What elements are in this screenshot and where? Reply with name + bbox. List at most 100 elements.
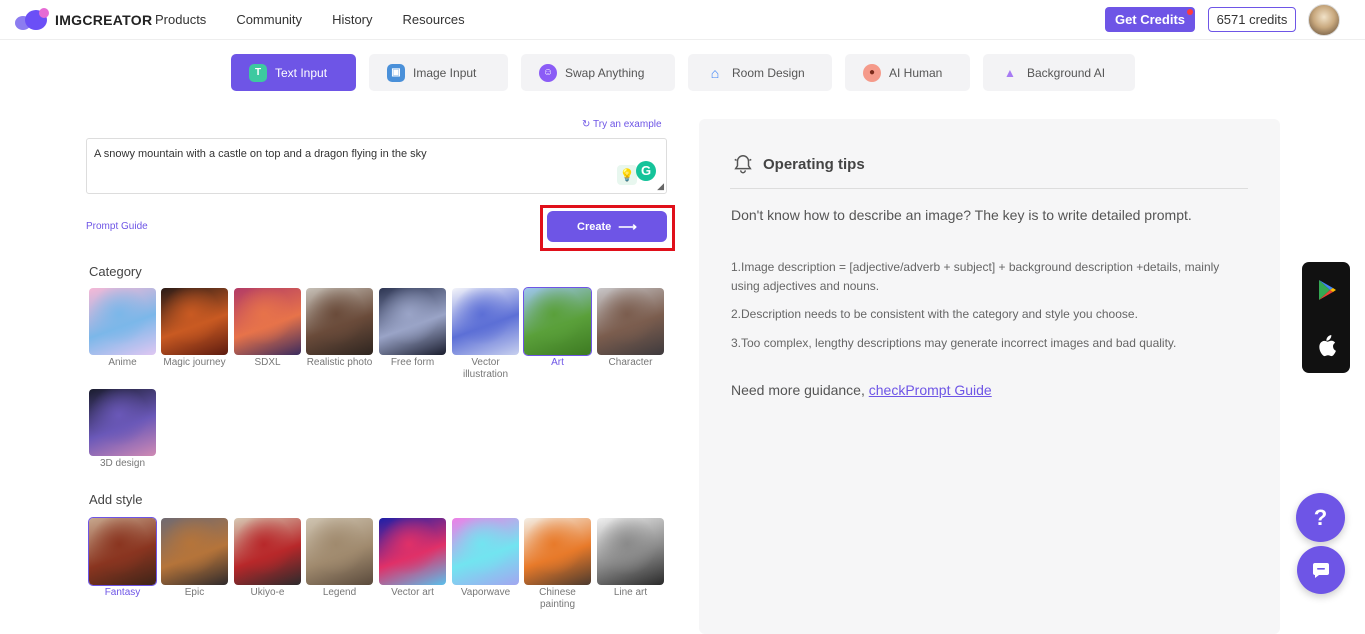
nav-resources[interactable]: Resources bbox=[403, 12, 465, 27]
style-label: Line art bbox=[613, 587, 648, 598]
tab-label: Swap Anything bbox=[565, 65, 645, 80]
credits-balance[interactable]: 6571 credits bbox=[1208, 7, 1296, 32]
style-thumbnail bbox=[379, 518, 446, 585]
logo[interactable]: IMGCREATOR bbox=[15, 8, 152, 32]
tab-label: Image Input bbox=[413, 65, 477, 80]
tab-label: Room Design bbox=[732, 65, 805, 80]
tab-text-input[interactable]: T Text Input bbox=[231, 54, 356, 91]
category-label: 3D design bbox=[99, 458, 146, 469]
tab-image-input[interactable]: ▣ Image Input bbox=[369, 54, 508, 91]
lightbulb-icon[interactable]: 💡 bbox=[617, 165, 637, 185]
image-icon: ▣ bbox=[387, 63, 405, 82]
google-play-icon[interactable] bbox=[1315, 278, 1339, 302]
tip-item: 2.Description needs to be consistent wit… bbox=[731, 307, 1138, 321]
text-icon: T bbox=[249, 63, 267, 82]
create-label: Create bbox=[577, 220, 612, 233]
style-item[interactable]: Epic bbox=[161, 518, 228, 599]
category-thumbnail bbox=[597, 288, 664, 355]
style-thumbnail bbox=[597, 518, 664, 585]
tab-room-design[interactable]: ⌂ Room Design bbox=[688, 54, 832, 91]
get-credits-button[interactable]: Get Credits bbox=[1105, 7, 1195, 32]
style-item[interactable]: Ukiyo-e bbox=[234, 518, 301, 599]
category-item[interactable]: Character bbox=[597, 288, 664, 369]
category-thumbnail bbox=[161, 288, 228, 355]
category-label: Vector illustration bbox=[462, 357, 509, 380]
try-example-link[interactable]: ↻ Try an example bbox=[582, 119, 662, 130]
house-icon: ⌂ bbox=[710, 64, 720, 81]
create-button[interactable]: Create ⟶ bbox=[547, 211, 667, 242]
avatar[interactable] bbox=[1308, 4, 1340, 36]
operating-tips-panel: Operating tips Don't know how to describ… bbox=[699, 119, 1280, 634]
nav-history[interactable]: History bbox=[332, 12, 372, 27]
tips-header: Operating tips bbox=[732, 153, 865, 175]
logo-icon bbox=[15, 8, 51, 32]
prompt-textarea[interactable]: A snowy mountain with a castle on top an… bbox=[86, 138, 667, 194]
arrow-right-icon: ⟶ bbox=[618, 218, 637, 234]
help-button[interactable]: ? bbox=[1296, 493, 1345, 542]
background-icon: ▲ bbox=[1004, 65, 1016, 80]
more-guidance: Need more guidance, checkPrompt Guide bbox=[731, 382, 992, 398]
category-item[interactable]: Art bbox=[523, 287, 592, 369]
style-item[interactable]: Legend bbox=[306, 518, 373, 599]
check-prompt-guide-link[interactable]: checkPrompt Guide bbox=[869, 382, 992, 398]
nav-community[interactable]: Community bbox=[236, 12, 302, 27]
category-item[interactable]: Free form bbox=[379, 288, 446, 369]
chat-icon bbox=[1313, 563, 1329, 578]
human-icon: ● bbox=[863, 63, 881, 82]
category-thumbnail bbox=[452, 288, 519, 355]
main-nav: Products Community History Resources bbox=[155, 12, 495, 27]
prompt-text: A snowy mountain with a castle on top an… bbox=[94, 148, 427, 160]
style-label: Legend bbox=[322, 587, 357, 598]
style-label: Vector art bbox=[391, 587, 434, 598]
style-item[interactable]: Line art bbox=[597, 518, 664, 599]
swap-icon: ☺ bbox=[539, 63, 557, 82]
category-item[interactable]: 3D design bbox=[89, 389, 156, 470]
grammarly-icon[interactable]: G bbox=[636, 161, 656, 181]
style-title: Add style bbox=[89, 492, 143, 507]
style-thumbnail bbox=[88, 517, 157, 586]
style-thumbnail bbox=[234, 518, 301, 585]
top-header: IMGCREATOR Products Community History Re… bbox=[0, 0, 1365, 40]
tip-item: 1.Image description = [adjective/adverb … bbox=[731, 260, 1220, 293]
category-label: SDXL bbox=[254, 357, 281, 368]
notification-dot bbox=[1187, 9, 1193, 15]
try-example-label: Try an example bbox=[593, 119, 662, 130]
style-item[interactable]: Chinese painting bbox=[524, 518, 591, 611]
style-item[interactable]: Fantasy bbox=[88, 517, 157, 599]
category-item[interactable]: SDXL bbox=[234, 288, 301, 369]
nav-products[interactable]: Products bbox=[155, 12, 206, 27]
category-item[interactable]: Vector illustration bbox=[452, 288, 519, 381]
style-thumbnail bbox=[524, 518, 591, 585]
prompt-guide-link[interactable]: Prompt Guide bbox=[86, 221, 148, 232]
divider bbox=[730, 188, 1248, 189]
category-thumbnail bbox=[523, 287, 592, 356]
category-item[interactable]: Realistic photo bbox=[306, 288, 373, 369]
category-label: Magic journey bbox=[163, 357, 226, 368]
category-label: Anime bbox=[108, 357, 137, 368]
refresh-icon: ↻ bbox=[582, 119, 591, 130]
category-item[interactable]: Anime bbox=[89, 288, 156, 369]
category-item[interactable]: Magic journey bbox=[161, 288, 228, 369]
category-title: Category bbox=[89, 264, 142, 279]
app-store-panel bbox=[1302, 262, 1350, 373]
style-thumbnail bbox=[161, 518, 228, 585]
chat-button[interactable] bbox=[1297, 546, 1345, 594]
tab-label: AI Human bbox=[889, 65, 943, 80]
tab-ai-human[interactable]: ● AI Human bbox=[845, 54, 970, 91]
style-item[interactable]: Vaporwave bbox=[452, 518, 519, 599]
tab-swap-anything[interactable]: ☺ Swap Anything bbox=[521, 54, 675, 91]
style-label: Chinese painting bbox=[539, 587, 576, 610]
tab-label: Text Input bbox=[275, 65, 328, 80]
category-label: Free form bbox=[390, 357, 435, 368]
category-thumbnail bbox=[89, 288, 156, 355]
category-label: Realistic photo bbox=[306, 357, 373, 368]
mode-tabs: T Text Input ▣ Image Input ☺ Swap Anythi… bbox=[231, 54, 1148, 91]
resize-handle-icon[interactable]: ◢ bbox=[657, 181, 664, 192]
apple-icon[interactable] bbox=[1315, 334, 1337, 358]
category-label: Art bbox=[551, 357, 564, 368]
bell-icon bbox=[734, 155, 752, 174]
style-item[interactable]: Vector art bbox=[379, 518, 446, 599]
logo-text: IMGCREATOR bbox=[55, 12, 153, 28]
tab-background-ai[interactable]: ▲ Background AI bbox=[983, 54, 1135, 91]
more-guidance-text: Need more guidance, bbox=[731, 382, 869, 398]
